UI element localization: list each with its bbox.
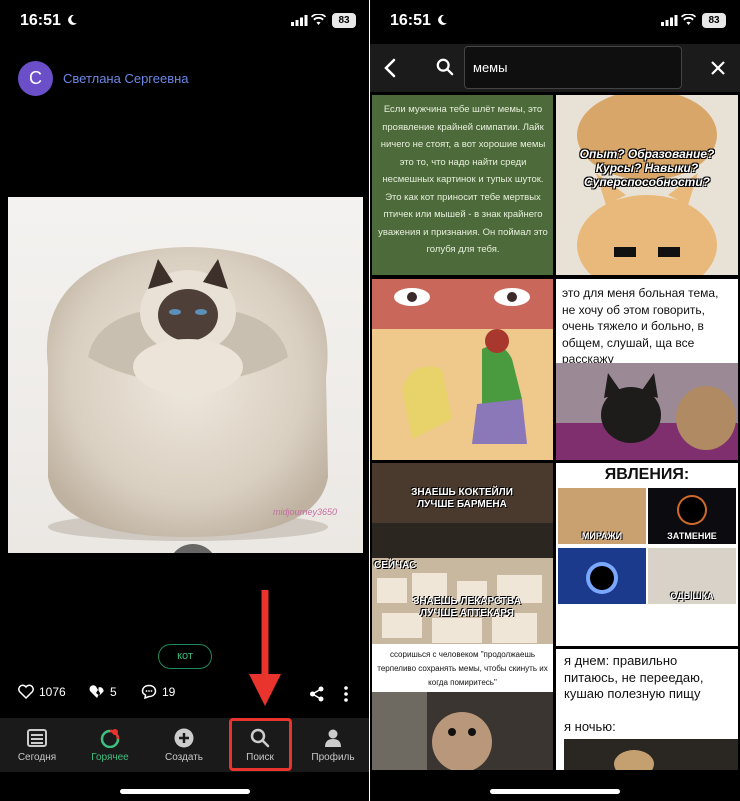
sleeping-man-image: ОДЫШКА <box>648 548 736 604</box>
tile-caption-top: ЗНАЕШЬ КОКТЕЙЛИ ЛУЧШЕ БАРМЕНА <box>411 487 513 510</box>
eclipse-image: ЗАТМЕНИЕ <box>648 488 736 544</box>
home-indicator <box>120 789 250 794</box>
tab-create[interactable]: Создать <box>149 718 219 772</box>
battery-indicator: 83 <box>702 13 726 28</box>
wifi-icon <box>311 14 326 25</box>
tile-caption: Опыт? Образование? Курсы? Навыки? Суперс… <box>579 147 715 189</box>
share-icon[interactable] <box>309 686 325 702</box>
list-icon <box>27 729 47 747</box>
tile-label: ЗАТМЕНИЕ <box>667 531 717 541</box>
heart-icon <box>18 684 34 699</box>
comment-count: 19 <box>162 684 176 699</box>
image-watermark: midjourney3650 <box>273 507 338 517</box>
tile-caption-bottom: ЗНАЕШЬ ЛЕКАРСТВА ЛУЧШЕ АПТЕКАРЯ <box>413 596 521 619</box>
result-tile-diet-meme[interactable]: я днем: правильно питаюсь, не переедаю, … <box>556 649 738 770</box>
blackhole-image <box>558 548 646 604</box>
author-avatar[interactable]: С <box>18 61 53 96</box>
tab-profile[interactable]: Профиль <box>298 718 368 772</box>
post-screen: 16:51 83 С Светлана Сергеевна midjourney… <box>0 0 370 801</box>
signal-icon <box>661 15 678 26</box>
comic-meme-image <box>372 279 553 460</box>
mirage-image: МИРАЖИ <box>558 488 646 544</box>
result-tile-memes-saving[interactable]: ссоришься с человеком "продолжаешь терпе… <box>372 644 553 770</box>
wifi-icon <box>681 14 696 25</box>
cats-image <box>556 363 738 460</box>
result-tile-phenomena-meme[interactable]: ЯВЛЕНИЯ: МИРАЖИ ЗАТМЕНИЕ ОДЫШКА <box>556 463 738 646</box>
night-image <box>564 739 738 770</box>
status-bar: 16:51 83 <box>370 0 740 44</box>
signal-icon <box>291 15 308 26</box>
tab-hot-label: Горячее <box>91 752 129 763</box>
result-tile-cat-meme[interactable]: это для меня больная тема, не хочу об эт… <box>556 279 738 460</box>
comment-icon <box>141 684 157 699</box>
tile-text-bottom: я ночью: <box>564 719 616 734</box>
search-results-screen: 16:51 83 Если мужчина тебе шлёт мемы, эт… <box>370 0 740 801</box>
result-tile-doge-meme[interactable]: Опыт? Образование? Курсы? Навыки? Суперс… <box>556 95 738 275</box>
comments-button[interactable]: 19 <box>141 684 175 699</box>
tile-label: МИРАЖИ <box>581 531 623 541</box>
search-icon <box>436 58 454 76</box>
more-options-icon[interactable] <box>343 686 349 702</box>
person-icon <box>325 729 341 747</box>
tile-text: Если мужчина тебе шлёт мемы, это проявле… <box>378 104 548 255</box>
plus-circle-icon <box>174 728 194 748</box>
search-bar <box>370 44 740 92</box>
blackhole-icon <box>586 562 618 594</box>
tile-text: это для меня больная тема, не хочу об эт… <box>562 286 719 366</box>
tile-caption-mid: СЕЙЧАС <box>374 560 417 571</box>
search-input[interactable] <box>464 46 682 89</box>
bottom-tab-bar: Сегодня Горячее Создать Поиск Профиль <box>0 718 370 772</box>
home-indicator <box>490 789 620 794</box>
tile-label: ОДЫШКА <box>670 591 714 601</box>
tab-today-label: Сегодня <box>17 752 57 763</box>
squirrel-image <box>372 692 553 770</box>
like-button[interactable]: 1076 <box>18 684 66 699</box>
battery-indicator: 83 <box>332 13 356 28</box>
broken-heart-icon <box>89 685 104 698</box>
result-tile-bartender-meme[interactable]: ЗНАЕШЬ КОКТЕЙЛИ ЛУЧШЕ БАРМЕНА СЕЙЧАС ЗНА… <box>372 463 553 660</box>
tab-create-label: Создать <box>164 752 203 763</box>
tag-chip[interactable]: кот <box>158 644 212 669</box>
annotation-arrow <box>249 590 281 706</box>
status-bar: 16:51 83 <box>0 0 370 44</box>
close-icon[interactable] <box>710 60 726 76</box>
post-video-thumbnail[interactable]: midjourney3650 <box>8 197 363 553</box>
tile-heading: ЯВЛЕНИЯ: <box>604 466 690 483</box>
cat-in-fluffy-chair-image <box>46 247 329 541</box>
author-name[interactable]: Светлана Сергеевна <box>63 71 189 86</box>
like-count: 1076 <box>39 684 66 699</box>
result-tile-comic-meme[interactable] <box>372 279 553 460</box>
moon-icon <box>68 14 77 25</box>
tile-text: я днем: правильно питаюсь, не переедаю, … <box>564 653 704 701</box>
search-tab-highlight <box>229 718 292 771</box>
tab-hot[interactable]: Горячее <box>75 718 145 772</box>
back-chevron-icon[interactable] <box>384 58 396 78</box>
tile-text: ссоришься с человеком "продолжаешь терпе… <box>377 650 548 687</box>
status-time: 16:51 <box>390 12 431 29</box>
moon-icon <box>438 14 447 25</box>
fire-icon <box>100 729 120 748</box>
result-tile-text-meme[interactable]: Если мужчина тебе шлёт мемы, это проявле… <box>372 95 553 275</box>
status-time: 16:51 <box>20 12 61 29</box>
dislike-button[interactable]: 5 <box>89 684 117 699</box>
tab-today[interactable]: Сегодня <box>2 718 72 772</box>
tab-profile-label: Профиль <box>311 752 355 763</box>
dislike-count: 5 <box>110 684 117 699</box>
